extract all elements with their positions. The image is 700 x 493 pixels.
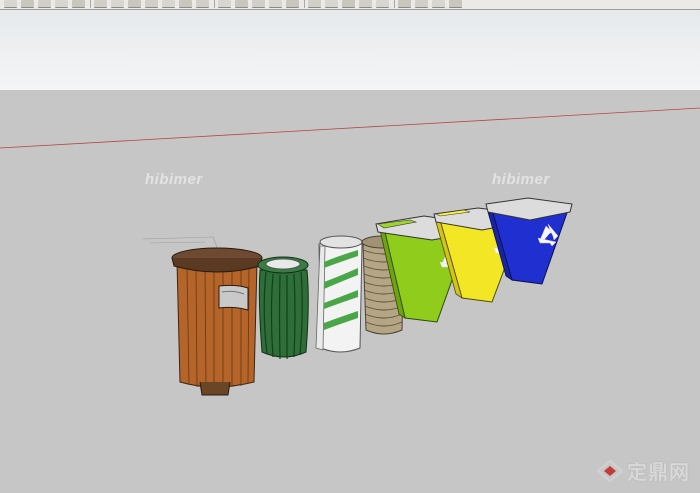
white-green-striped-bin[interactable] [315,235,363,353]
watermark-left: hibimer [145,171,203,188]
red-axis-line [0,107,700,149]
watermark-right: hibimer [492,171,550,188]
wooden-trash-bin[interactable] [171,247,263,396]
diamond-logo-icon [597,459,623,482]
model-viewport[interactable] [0,0,700,493]
site-logo: 定鼎网 [597,456,690,485]
green-slatted-trash-bin[interactable] [257,256,309,360]
logo-text: 定鼎网 [627,462,690,484]
